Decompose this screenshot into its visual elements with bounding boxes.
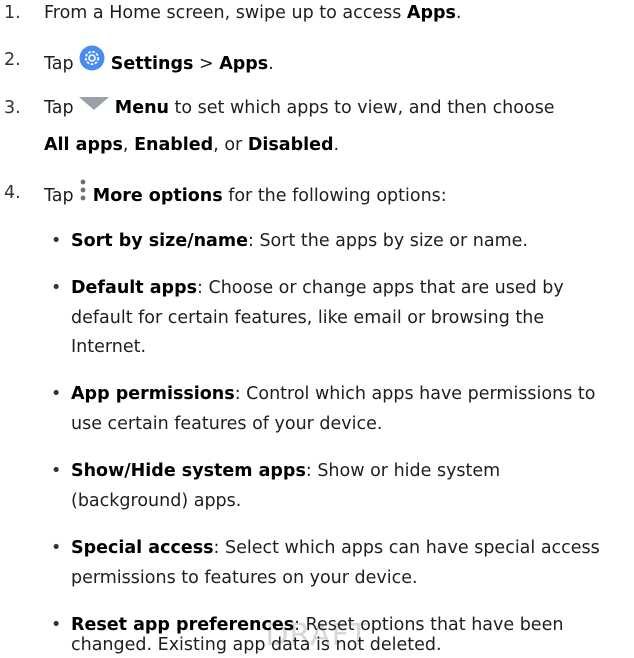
option-app-permissions-cont: use certain features of your device. <box>71 414 383 434</box>
step-number: 4. <box>4 183 21 203</box>
step-2-text: Tap Settings > Apps. <box>44 45 274 81</box>
option-show-hide-system-apps-cont: (background) apps. <box>71 491 242 511</box>
option-special-access: Special access: Select which apps can ha… <box>71 538 600 558</box>
more-options-icon <box>79 178 87 210</box>
bullet: • <box>51 278 62 298</box>
step-number: 3. <box>4 98 21 118</box>
bullet: • <box>51 461 62 481</box>
step-3-text-cont: All apps, Enabled, or Disabled. <box>44 135 340 155</box>
bullet: • <box>51 384 62 404</box>
settings-gear-icon <box>79 45 105 79</box>
option-default-apps-cont: Internet. <box>71 337 147 357</box>
option-sort-by-size-name: Sort by size/name: Sort the apps by size… <box>71 231 528 251</box>
bullet: • <box>51 615 62 635</box>
option-default-apps-cont: default for certain features, like email… <box>71 308 545 328</box>
step-number: 2. <box>4 50 21 70</box>
step-number: 1. <box>4 3 21 23</box>
step-4-text: Tap More options for the following optio… <box>44 178 447 212</box>
option-app-permissions: App permissions: Control which apps have… <box>71 384 596 404</box>
bullet: • <box>51 538 62 558</box>
menu-triangle-icon <box>79 93 110 119</box>
step-3-text: Tap Menu to set which apps to view, and … <box>44 95 555 121</box>
option-show-hide-system-apps: Show/Hide system apps: Show or hide syst… <box>71 461 501 481</box>
step-1-text: From a Home screen, swipe up to access A… <box>44 3 462 23</box>
option-special-access-cont: permissions to features on your device. <box>71 568 418 588</box>
bullet: • <box>51 231 62 251</box>
option-reset-app-preferences-cont: changed. Existing app data is not delete… <box>71 635 442 655</box>
option-default-apps: Default apps: Choose or change apps that… <box>71 278 564 298</box>
